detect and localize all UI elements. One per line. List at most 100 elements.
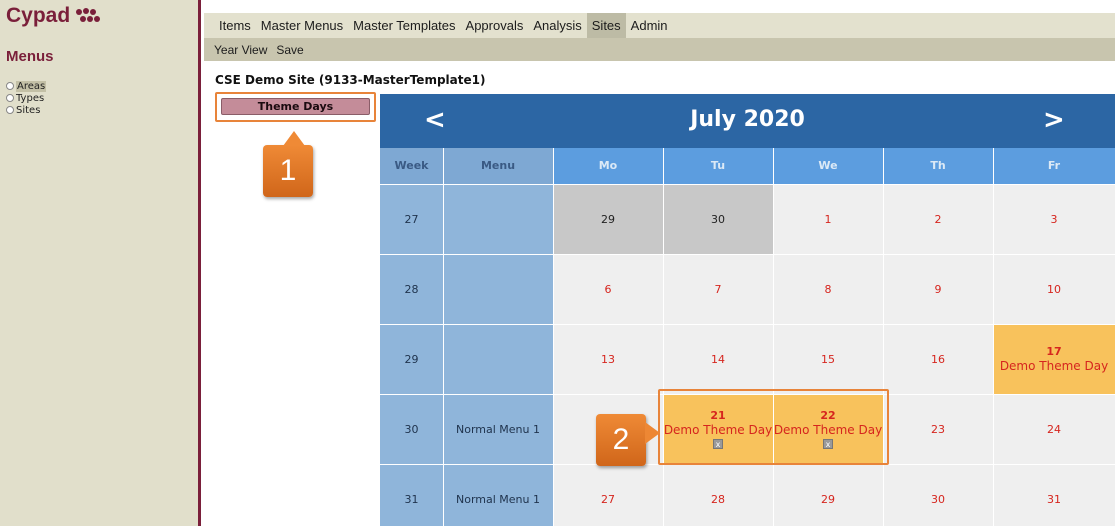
remove-theme-icon[interactable]: x <box>823 439 833 449</box>
top-nav: Items Master Menus Master Templates Appr… <box>204 13 1115 38</box>
day-number: 9 <box>934 282 942 296</box>
week-number: 29 <box>380 324 443 394</box>
day-number: 17 <box>1046 345 1062 358</box>
sub-nav: Year View Save <box>204 38 1115 61</box>
callout-1: 1 <box>263 131 313 197</box>
header-day-fr: Fr <box>993 148 1115 184</box>
day-cell[interactable]: 31 <box>993 464 1115 526</box>
brand-logo[interactable]: Cypad <box>6 4 101 28</box>
day-number: 3 <box>1050 212 1058 226</box>
tab-items[interactable]: Items <box>214 13 256 38</box>
day-cell[interactable]: 27 <box>553 464 663 526</box>
sidebar-item-label: Types <box>16 92 45 104</box>
day-number: 29 <box>821 492 835 506</box>
year-view-link[interactable]: Year View <box>214 43 267 57</box>
day-number: 13 <box>601 352 615 366</box>
day-cell[interactable]: 7 <box>663 254 773 324</box>
day-cell[interactable]: 10 <box>993 254 1115 324</box>
sidebar-title: Menus <box>6 48 54 65</box>
menu-cell[interactable]: Normal Menu 1 <box>443 464 553 526</box>
day-cell[interactable]: 30 <box>663 184 773 254</box>
day-number: 15 <box>821 352 835 366</box>
sidebar-item-areas[interactable]: Areas <box>6 80 47 92</box>
header-menu: Menu <box>443 148 553 184</box>
tab-approvals[interactable]: Approvals <box>461 13 529 38</box>
header-day-we: We <box>773 148 883 184</box>
bullet-icon <box>6 106 14 114</box>
save-link[interactable]: Save <box>276 43 303 57</box>
week-number: 27 <box>380 184 443 254</box>
grid-divider <box>553 148 554 526</box>
day-number: 31 <box>1047 492 1061 506</box>
day-cell[interactable]: 2 <box>883 184 993 254</box>
theme-day-label: Demo Theme Day <box>773 423 883 437</box>
tab-master-menus[interactable]: Master Menus <box>256 13 348 38</box>
day-cell[interactable]: 6 <box>553 254 663 324</box>
sidebar: Cypad Menus Areas Types Sites <box>0 0 201 526</box>
day-cell[interactable]: 22 Demo Theme Day x <box>773 394 883 464</box>
day-number: 22 <box>820 409 836 422</box>
sidebar-item-label: Sites <box>16 104 41 116</box>
week-number: 31 <box>380 464 443 526</box>
menu-cell[interactable]: Normal Menu 1 <box>443 394 553 464</box>
day-number: 14 <box>711 352 725 366</box>
day-number: 24 <box>1047 422 1061 436</box>
day-cell[interactable]: 3 <box>993 184 1115 254</box>
grid-divider <box>663 148 664 526</box>
sidebar-item-label: Areas <box>16 80 47 92</box>
grid-divider <box>380 184 1115 185</box>
header-day-mo: Mo <box>553 148 663 184</box>
week-number: 30 <box>380 394 443 464</box>
day-cell[interactable]: 14 <box>663 324 773 394</box>
day-number: 16 <box>931 352 945 366</box>
menu-cell[interactable] <box>443 254 553 324</box>
callout-2: 2 <box>596 414 660 466</box>
cypad-logo-icon <box>76 8 101 24</box>
highlight-box-1: Theme Days <box>215 92 376 122</box>
grid-divider <box>773 148 774 526</box>
day-cell[interactable]: 23 <box>883 394 993 464</box>
theme-days-button[interactable]: Theme Days <box>221 98 370 115</box>
day-number: 23 <box>931 422 945 436</box>
tab-master-templates[interactable]: Master Templates <box>348 13 460 38</box>
day-number: 30 <box>711 212 725 226</box>
day-cell[interactable]: 29 <box>773 464 883 526</box>
day-number: 6 <box>604 282 612 296</box>
tab-admin[interactable]: Admin <box>626 13 673 38</box>
day-number: 28 <box>711 492 725 506</box>
day-cell[interactable]: 8 <box>773 254 883 324</box>
day-cell[interactable]: 28 <box>663 464 773 526</box>
day-cell[interactable]: 21 Demo Theme Day x <box>663 394 773 464</box>
tab-analysis[interactable]: Analysis <box>528 13 586 38</box>
calendar-header: < July 2020 > <box>380 94 1115 148</box>
day-cell[interactable]: 24 <box>993 394 1115 464</box>
day-cell[interactable]: 17 Demo Theme Day <box>993 324 1115 394</box>
sidebar-item-types[interactable]: Types <box>6 92 46 104</box>
next-month-button[interactable]: > <box>1043 105 1065 135</box>
grid-divider <box>380 254 1115 255</box>
day-cell[interactable]: 9 <box>883 254 993 324</box>
day-cell[interactable]: 16 <box>883 324 993 394</box>
sidebar-list: Areas Types Sites <box>6 80 47 116</box>
menu-cell[interactable] <box>443 184 553 254</box>
day-cell[interactable]: 29 <box>553 184 663 254</box>
day-number: 30 <box>931 492 945 506</box>
day-number: 27 <box>601 492 615 506</box>
header-week: Week <box>380 148 443 184</box>
brand-name: Cypad <box>6 4 71 27</box>
remove-theme-icon[interactable]: x <box>713 439 723 449</box>
day-number: 10 <box>1047 282 1061 296</box>
day-cell[interactable]: 15 <box>773 324 883 394</box>
site-title: CSE Demo Site (9133-MasterTemplate1) <box>215 73 486 87</box>
grid-divider <box>883 148 884 526</box>
grid-divider <box>380 394 1115 395</box>
bullet-icon <box>6 82 14 90</box>
menu-cell[interactable] <box>443 324 553 394</box>
day-cell[interactable]: 13 <box>553 324 663 394</box>
day-cell[interactable]: 1 <box>773 184 883 254</box>
grid-divider <box>380 324 1115 325</box>
tab-sites[interactable]: Sites <box>586 13 626 38</box>
sidebar-item-sites[interactable]: Sites <box>6 104 46 116</box>
bullet-icon <box>6 94 14 102</box>
day-cell[interactable]: 30 <box>883 464 993 526</box>
